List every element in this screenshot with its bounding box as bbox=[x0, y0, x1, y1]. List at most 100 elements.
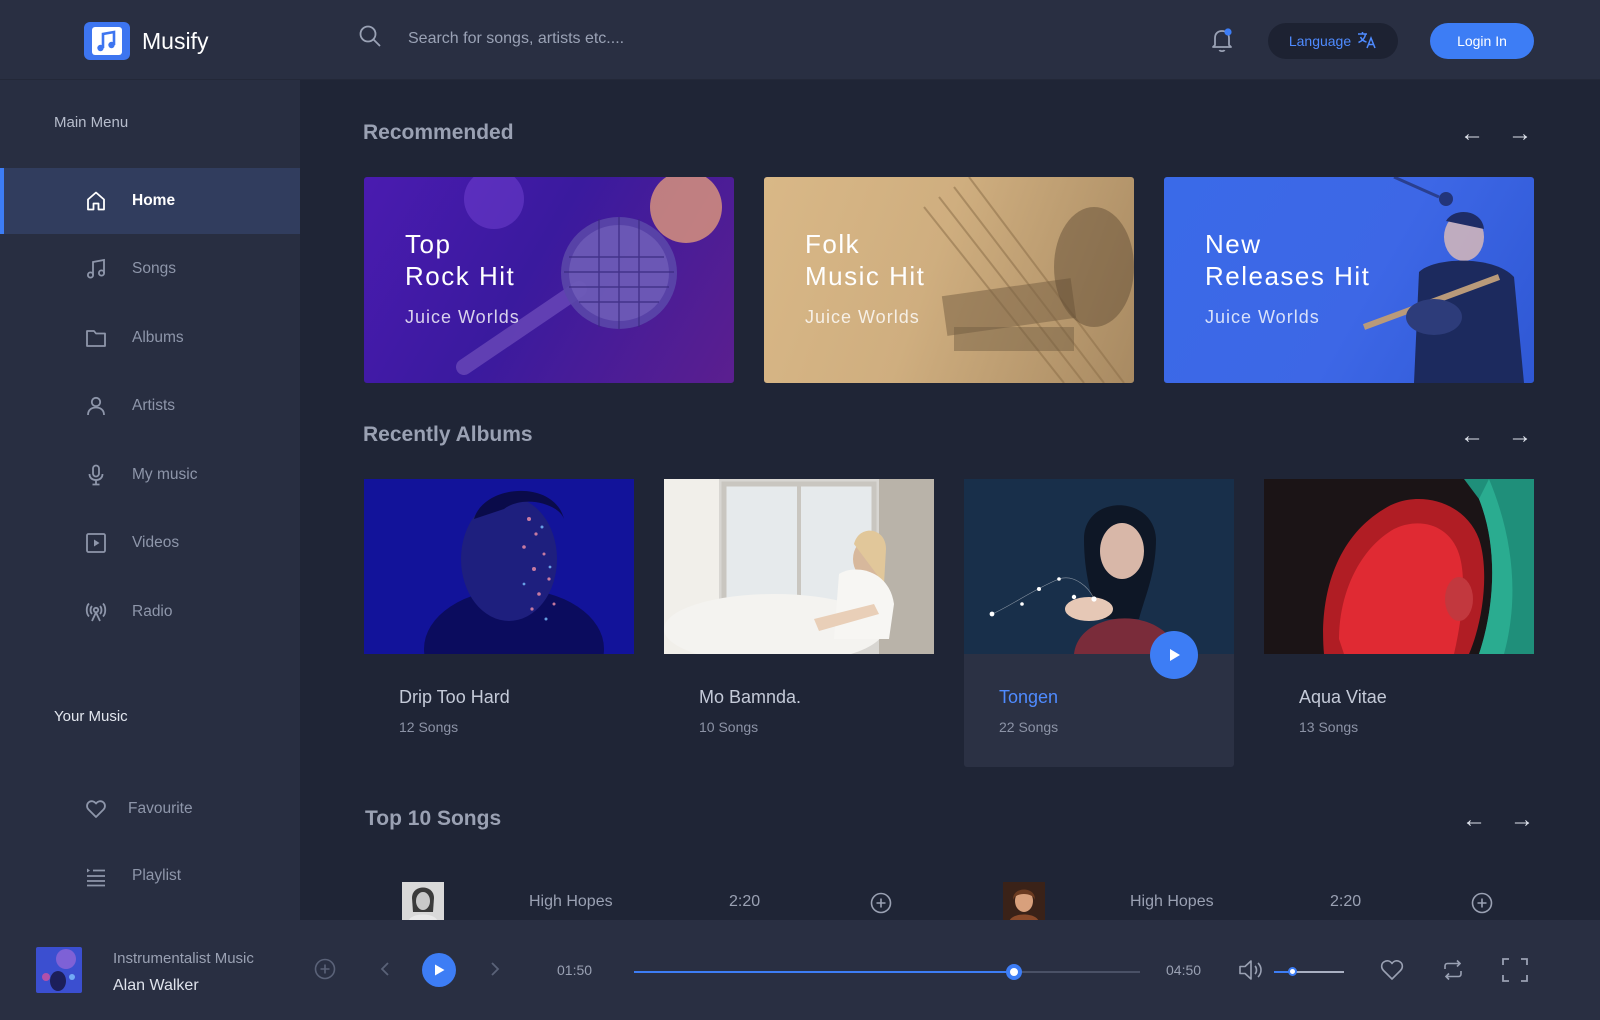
language-label: Language bbox=[1288, 33, 1352, 49]
radio-icon bbox=[84, 600, 108, 624]
song-thumbnail bbox=[402, 882, 444, 922]
volume-knob[interactable] bbox=[1287, 967, 1297, 976]
main-menu-heading: Main Menu bbox=[54, 114, 129, 131]
sidebar-item-playlist[interactable]: Playlist bbox=[0, 843, 300, 909]
current-time: 01:50 bbox=[557, 962, 593, 978]
logo[interactable]: Musify bbox=[84, 22, 208, 60]
sidebar-item-label: Albums bbox=[132, 329, 184, 346]
notification-bell-icon[interactable] bbox=[1210, 26, 1234, 59]
play-icon bbox=[1170, 649, 1180, 661]
translate-icon bbox=[1357, 31, 1377, 52]
sidebar-item-label: Playlist bbox=[132, 867, 182, 884]
play-pause-button[interactable] bbox=[422, 953, 456, 987]
album-song-count: 12 Songs bbox=[399, 719, 459, 735]
song-name: High Hopes bbox=[1130, 893, 1214, 910]
arrow-left-icon[interactable]: ← bbox=[1462, 808, 1486, 832]
recommended-arrows: ← → bbox=[1460, 122, 1532, 146]
sidebar-item-albums[interactable]: Albums bbox=[0, 305, 300, 371]
search-input[interactable] bbox=[408, 29, 848, 48]
now-playing-title: Instrumentalist Music bbox=[113, 950, 254, 967]
album-song-count: 22 Songs bbox=[999, 719, 1059, 735]
music-note-icon bbox=[84, 257, 108, 281]
sidebar-item-label: Favourite bbox=[128, 800, 193, 817]
language-button[interactable]: Language bbox=[1268, 23, 1398, 59]
album-cover bbox=[964, 479, 1234, 654]
arrow-left-icon[interactable]: ← bbox=[1460, 424, 1484, 448]
user-icon bbox=[84, 394, 108, 418]
card-subtitle: Juice Worlds bbox=[405, 307, 520, 327]
music-logo-icon bbox=[84, 22, 130, 60]
card-title-line2: Rock Hit bbox=[405, 261, 516, 291]
recommended-card-new-releases[interactable]: New Releases Hit Juice Worlds bbox=[1164, 177, 1534, 383]
add-circle-icon[interactable] bbox=[314, 958, 336, 985]
sidebar-item-home[interactable]: Home bbox=[0, 168, 300, 234]
album-cover bbox=[664, 479, 934, 654]
search-bar bbox=[358, 24, 848, 53]
progress-knob[interactable] bbox=[1005, 964, 1022, 980]
card-subtitle: Juice Worlds bbox=[1205, 307, 1320, 327]
sidebar-item-label: Home bbox=[132, 192, 176, 209]
song-thumbnail bbox=[1003, 882, 1045, 922]
album-card[interactable]: Mo Bamnda. 10 Songs bbox=[664, 479, 934, 767]
song-duration: 2:20 bbox=[729, 893, 761, 910]
album-card[interactable]: Aqua Vitae 13 Songs bbox=[1264, 479, 1534, 767]
sidebar: Main Menu Home Songs Albums Artists My m… bbox=[0, 80, 300, 920]
sidebar-item-my-music[interactable]: My music bbox=[0, 442, 300, 508]
heart-icon bbox=[84, 797, 108, 821]
card-title-line1: New bbox=[1205, 229, 1262, 259]
recently-albums-title: Recently Albums bbox=[363, 423, 533, 446]
card-title-line2: Music Hit bbox=[805, 261, 926, 291]
add-circle-icon[interactable] bbox=[870, 892, 892, 919]
repeat-icon[interactable] bbox=[1441, 958, 1465, 987]
album-song-count: 13 Songs bbox=[1299, 719, 1359, 735]
next-icon[interactable] bbox=[488, 960, 502, 983]
sidebar-item-radio[interactable]: Radio bbox=[0, 579, 300, 645]
sidebar-item-artists[interactable]: Artists bbox=[0, 373, 300, 439]
progress-slider[interactable] bbox=[634, 964, 1140, 980]
card-title-line1: Top bbox=[405, 229, 452, 259]
app-name: Musify bbox=[142, 27, 209, 54]
sidebar-item-label: Radio bbox=[132, 603, 173, 620]
sidebar-item-label: My music bbox=[132, 466, 198, 483]
sidebar-item-label: Songs bbox=[132, 260, 176, 277]
total-time: 04:50 bbox=[1166, 962, 1202, 978]
home-icon bbox=[84, 189, 108, 213]
album-name: Drip Too Hard bbox=[399, 687, 510, 707]
login-button[interactable]: Login In bbox=[1430, 23, 1534, 59]
album-name: Tongen bbox=[999, 687, 1059, 707]
album-name: Mo Bamnda. bbox=[699, 687, 802, 707]
your-music-heading: Your Music bbox=[54, 708, 128, 725]
heart-icon[interactable] bbox=[1379, 958, 1405, 987]
play-button[interactable] bbox=[1150, 631, 1198, 679]
arrow-right-icon[interactable]: → bbox=[1508, 424, 1532, 448]
arrow-right-icon[interactable]: → bbox=[1510, 808, 1534, 832]
add-circle-icon[interactable] bbox=[1471, 892, 1493, 919]
top-songs-title: Top 10 Songs bbox=[365, 807, 502, 830]
album-card[interactable]: Drip Too Hard 12 Songs bbox=[364, 479, 634, 767]
album-song-count: 10 Songs bbox=[699, 719, 759, 735]
playlist-icon bbox=[84, 864, 108, 888]
sidebar-item-songs[interactable]: Songs bbox=[0, 236, 300, 302]
top-bar: Musify Language Login In bbox=[0, 0, 1600, 80]
microphone-icon bbox=[84, 463, 108, 487]
sidebar-item-favourite[interactable]: Favourite bbox=[0, 776, 300, 842]
recommended-card-folk[interactable]: Folk Music Hit Juice Worlds bbox=[764, 177, 1134, 383]
album-cover bbox=[364, 479, 634, 654]
arrow-left-icon[interactable]: ← bbox=[1460, 122, 1484, 146]
previous-icon[interactable] bbox=[378, 960, 392, 983]
search-icon[interactable] bbox=[358, 24, 382, 53]
sidebar-item-videos[interactable]: Videos bbox=[0, 510, 300, 576]
video-icon bbox=[84, 531, 108, 555]
album-cover bbox=[1264, 479, 1534, 654]
play-icon bbox=[435, 964, 445, 976]
arrow-right-icon[interactable]: → bbox=[1508, 122, 1532, 146]
folder-icon bbox=[84, 326, 108, 350]
volume-slider[interactable] bbox=[1274, 967, 1344, 976]
recommended-card-rock[interactable]: Top Rock Hit Juice Worlds bbox=[364, 177, 734, 383]
song-name: High Hopes bbox=[529, 893, 613, 910]
volume-icon[interactable] bbox=[1238, 958, 1264, 987]
album-card-active[interactable]: Tongen 22 Songs bbox=[964, 479, 1234, 767]
card-subtitle: Juice Worlds bbox=[805, 307, 920, 327]
top-songs-arrows: ← → bbox=[1462, 808, 1534, 832]
fullscreen-icon[interactable] bbox=[1502, 958, 1528, 987]
